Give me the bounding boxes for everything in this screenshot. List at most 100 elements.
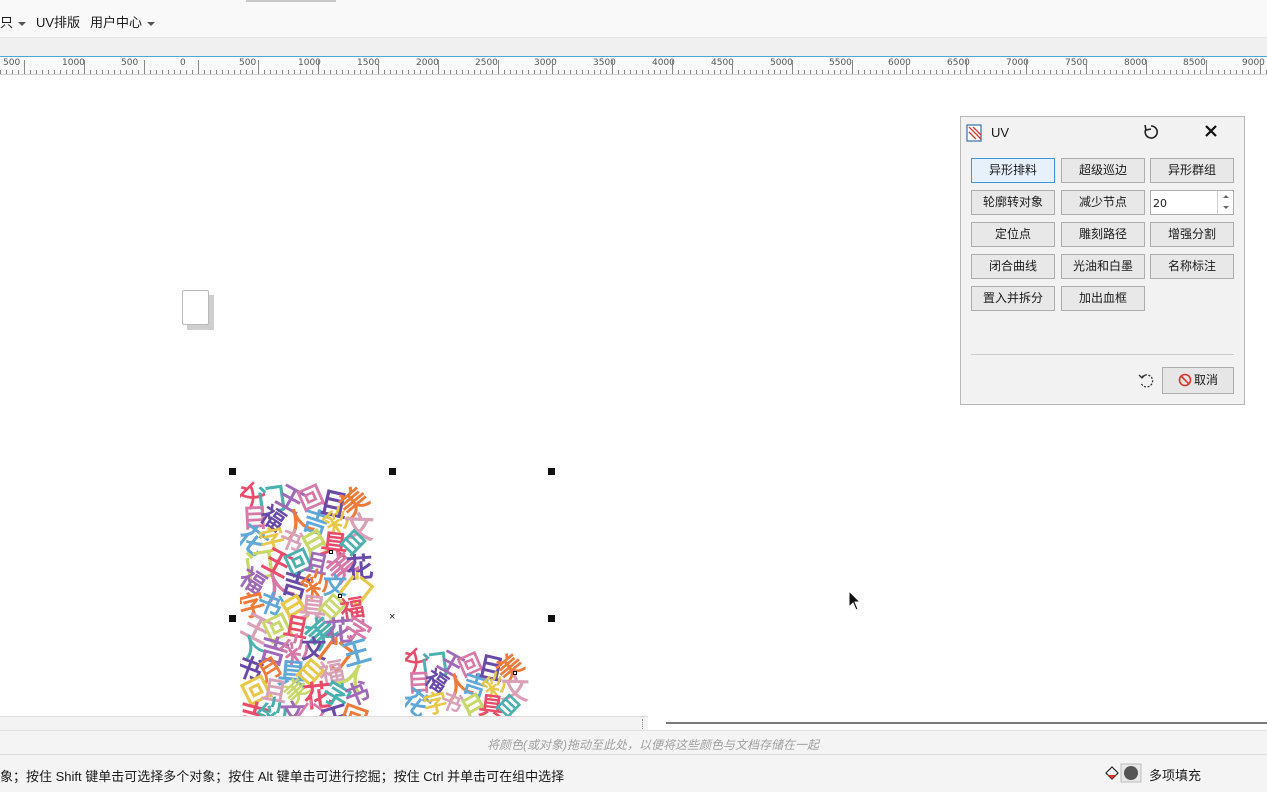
ruler-tick [1176, 70, 1177, 74]
ruler-tick [384, 70, 385, 74]
ruler-tick [756, 70, 757, 74]
place-and-split-button[interactable]: 置入并拆分 [971, 286, 1055, 311]
artwork-tile-right[interactable]: 文门王回且美目福人吉彩文花字书月具目 [405, 647, 547, 716]
ruler-tick [1134, 70, 1135, 74]
chevron-down-icon[interactable] [1223, 206, 1229, 209]
ruler-label: 8500 [1183, 58, 1206, 68]
ruler-tick [1110, 70, 1111, 74]
node-count-input[interactable] [1153, 195, 1217, 211]
page-icon [182, 290, 214, 330]
ruler-tick [600, 70, 601, 74]
selection-handle-top-left[interactable] [229, 468, 236, 475]
ruler-tick [192, 70, 193, 74]
ruler-tick [54, 70, 55, 74]
shaped-group-button[interactable]: 异形群组 [1150, 158, 1234, 183]
ruler-tick [36, 70, 37, 74]
scrollbar-thumb[interactable] [666, 722, 1267, 724]
menu-item-partial[interactable]: 只 [0, 12, 27, 31]
menu-item-user-center[interactable]: 用户中心 [90, 12, 156, 31]
active-tab-indicator [246, 0, 336, 2]
ruler-tick [1164, 70, 1165, 74]
name-label-button[interactable]: 名称标注 [1150, 254, 1234, 279]
ruler-label: 2000 [416, 58, 439, 68]
ruler-tick [480, 70, 481, 74]
panel-divider [971, 354, 1234, 355]
cancel-button[interactable]: 取消 [1162, 367, 1234, 394]
chevron-up-icon[interactable] [1223, 195, 1229, 198]
ruler-tick [564, 70, 565, 74]
selection-handle-top-middle[interactable] [389, 468, 396, 475]
ruler-tick [180, 70, 181, 74]
ruler-tick [528, 70, 529, 74]
refresh-icon[interactable] [1142, 123, 1160, 141]
engrave-path-button[interactable]: 雕刻路径 [1061, 222, 1145, 247]
varnish-white-ink-button[interactable]: 光油和白墨 [1061, 254, 1145, 279]
selection-handle-middle-left[interactable] [229, 615, 236, 622]
ruler-tick [378, 60, 379, 74]
close-icon[interactable] [1202, 122, 1220, 140]
ruler-label: 5000 [770, 58, 793, 68]
enhanced-split-button[interactable]: 增强分割 [1150, 222, 1234, 247]
super-outline-button[interactable]: 超级巡边 [1061, 158, 1145, 183]
close-curve-button[interactable]: 闭合曲线 [971, 254, 1055, 279]
ruler-label: 5500 [829, 58, 852, 68]
undo-icon[interactable] [1137, 372, 1155, 390]
menu-item-uv-layout[interactable]: UV排版 [36, 12, 80, 31]
ruler-tick [1122, 70, 1123, 74]
add-bleed-frame-button[interactable]: 加出血框 [1061, 286, 1145, 311]
stepper-arrows[interactable] [1217, 191, 1233, 214]
document-palette[interactable]: 将颜色(或对象)拖动至此处，以便将这些颜色与文档存储在一起 [0, 730, 1267, 754]
ruler-tick [186, 70, 187, 74]
ruler-tick [60, 70, 61, 74]
ruler-label: 2500 [475, 58, 498, 68]
cancel-label: 取消 [1193, 373, 1218, 387]
horizontal-scrollbar-left[interactable] [0, 716, 648, 730]
scrollbar-grip[interactable] [642, 719, 646, 729]
ruler-tick [942, 70, 943, 74]
ruler-tick [348, 70, 349, 74]
ruler-tick [138, 70, 139, 74]
node-handle[interactable] [329, 550, 333, 554]
ruler-tick [522, 70, 523, 74]
reduce-nodes-button[interactable]: 减少节点 [1061, 190, 1145, 215]
ruler-tick [546, 70, 547, 74]
ruler-tick [24, 60, 25, 74]
ruler-label: 500 [121, 58, 139, 68]
locate-points-button[interactable]: 定位点 [971, 222, 1055, 247]
ruler-tick [120, 70, 121, 74]
horizontal-ruler[interactable]: 500 1000 500 0 500 1000 1500 2000 2500 3000 3500 40… [0, 57, 1267, 75]
selection-center-marker[interactable]: × [389, 611, 395, 623]
ruler-tick [72, 70, 73, 74]
selection-handle-top-right[interactable] [548, 468, 555, 475]
ruler-tick [576, 70, 577, 74]
ruler-tick [762, 70, 763, 74]
selection-handle-middle-right[interactable] [548, 615, 555, 622]
ruler-tick [738, 70, 739, 74]
fill-indicator-icon[interactable] [1104, 763, 1146, 783]
horizontal-scrollbar-right[interactable] [648, 716, 1267, 730]
node-count-stepper[interactable] [1150, 190, 1234, 215]
ruler-tick [144, 60, 145, 74]
ruler-tick [162, 70, 163, 74]
node-handle[interactable] [338, 594, 342, 598]
artwork-tile-left[interactable]: 文门王回且美目福人吉彩文花字书月具目门王回且美花福人吉彩文门字书月具目福王回且美… [240, 480, 380, 716]
ruler-tick [1152, 70, 1153, 74]
ruler-tick [780, 70, 781, 74]
node-handle[interactable] [513, 671, 517, 675]
shaped-nesting-button[interactable]: 异形排料 [971, 158, 1055, 183]
ruler-tick [474, 70, 475, 74]
ruler-tick [252, 70, 253, 74]
ruler-tick [510, 70, 511, 74]
ruler-tick [960, 70, 961, 74]
ruler-label: 9000 [1242, 58, 1265, 68]
ruler-tick [1080, 70, 1081, 74]
status-bar: 象；按住 Shift 键单击可选择多个对象；按住 Alt 键单击可进行挖掘；按住… [0, 754, 1267, 792]
ruler-tick [468, 70, 469, 74]
ruler-tick [876, 70, 877, 74]
ruler-tick [342, 70, 343, 74]
ruler-tick [618, 70, 619, 74]
contour-to-object-button[interactable]: 轮廓转对象 [971, 190, 1055, 215]
ruler-tick [690, 70, 691, 74]
ruler-tick [1032, 70, 1033, 74]
ruler-tick [558, 70, 559, 74]
